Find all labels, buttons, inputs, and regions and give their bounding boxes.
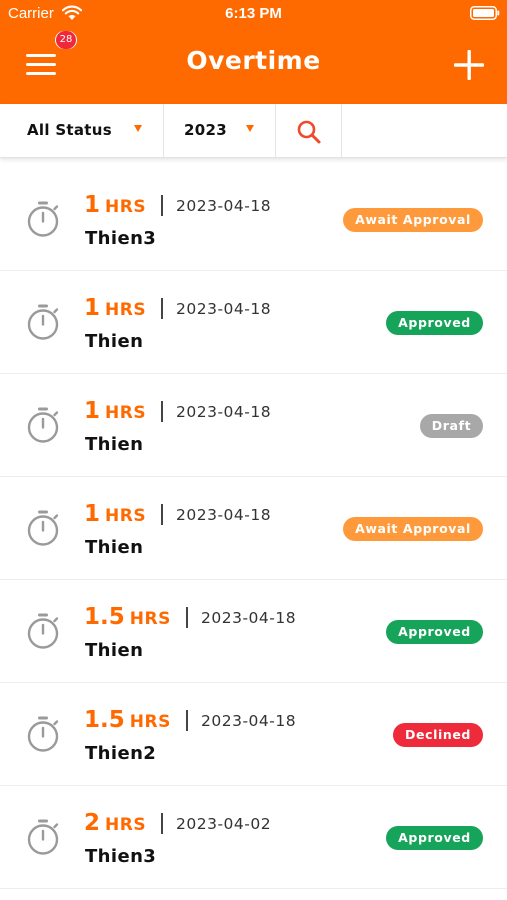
employee-name: Thien: [85, 434, 144, 455]
overtime-row[interactable]: 1.5 HRS 2023-04-18 Thien Approved: [0, 580, 507, 683]
separator: [161, 401, 163, 422]
overtime-row[interactable]: 1.5 HRS 2023-04-18 Thien2 Declined: [0, 683, 507, 786]
employee-name: Thien: [85, 537, 144, 558]
status-filter-value: All Status: [27, 121, 112, 139]
overtime-date: 2023-04-18: [201, 712, 297, 730]
separator: [186, 710, 188, 731]
employee-name: Thien2: [85, 743, 157, 764]
hours-value: 1 HRS: [84, 192, 147, 218]
search-button[interactable]: [276, 104, 341, 157]
stopwatch-icon: [27, 407, 59, 443]
status-badge: Approved: [386, 311, 483, 335]
status-badge: Approved: [386, 620, 483, 644]
separator: [161, 298, 163, 319]
overtime-date: 2023-04-02: [176, 815, 272, 833]
hours-value: 2 HRS: [84, 810, 147, 836]
hours-value: 1 HRS: [84, 501, 147, 527]
year-filter-dropdown[interactable]: 2023: [164, 104, 275, 157]
overtime-row[interactable]: 1 HRS 2023-04-18 Thien Approved: [0, 271, 507, 374]
overtime-row[interactable]: 2 HRS 2023-04-02 Thien3 Approved: [0, 786, 507, 889]
overtime-date: 2023-04-18: [201, 609, 297, 627]
caret-down-icon: [134, 125, 142, 132]
add-overtime-button[interactable]: [452, 48, 486, 82]
overtime-date: 2023-04-18: [176, 403, 272, 421]
employee-name: Thien3: [85, 846, 157, 867]
stopwatch-icon: [27, 613, 59, 649]
overtime-screen: Carrier 6:13 PM 28 Overtime All Status 2…: [0, 0, 507, 900]
overtime-row[interactable]: 1 HRS 2023-04-18 Thien Await Approval: [0, 477, 507, 580]
status-badge: Await Approval: [343, 517, 483, 541]
overtime-row[interactable]: 1 HRS 2023-04-18 Thien Draft: [0, 374, 507, 477]
stopwatch-icon: [27, 304, 59, 340]
year-filter-value: 2023: [184, 121, 227, 139]
filter-bar: All Status 2023: [0, 104, 507, 158]
status-bar: Carrier 6:13 PM: [0, 0, 507, 28]
status-badge: Await Approval: [343, 208, 483, 232]
overtime-date: 2023-04-18: [176, 300, 272, 318]
status-badge: Declined: [393, 723, 483, 747]
overtime-list: 1 HRS 2023-04-18 Thien3 Await Approval 1H…: [0, 168, 507, 889]
employee-name: Thien: [85, 331, 144, 352]
overtime-date: 2023-04-18: [176, 506, 272, 524]
separator: [161, 813, 163, 834]
hours-value: 1 HRS: [84, 398, 147, 424]
divider: [341, 104, 342, 157]
employee-name: Thien3: [85, 228, 157, 249]
clock: 6:13 PM: [225, 5, 282, 22]
status-badge: Draft: [420, 414, 483, 438]
stopwatch-icon: [27, 201, 59, 237]
stopwatch-icon: [27, 716, 59, 752]
separator: [161, 504, 163, 525]
separator: [161, 195, 163, 216]
hours-value: 1.5 HRS: [84, 707, 171, 733]
separator: [186, 607, 188, 628]
caret-down-icon: [246, 125, 254, 132]
employee-name: Thien: [85, 640, 144, 661]
overtime-date: 2023-04-18: [176, 197, 272, 215]
app-header: Carrier 6:13 PM 28 Overtime: [0, 0, 507, 104]
search-icon: [297, 120, 321, 144]
stopwatch-icon: [27, 819, 59, 855]
overtime-row[interactable]: 1 HRS 2023-04-18 Thien3 Await Approval: [0, 168, 507, 271]
status-filter-dropdown[interactable]: All Status: [0, 104, 163, 157]
plus-icon: [454, 50, 484, 80]
hours-value: 1 HRS: [84, 295, 147, 321]
page-title: Overtime: [186, 46, 321, 75]
battery-icon: [470, 6, 500, 20]
stopwatch-icon: [27, 510, 59, 546]
status-badge: Approved: [386, 826, 483, 850]
hours-value: 1.5 HRS: [84, 604, 171, 630]
